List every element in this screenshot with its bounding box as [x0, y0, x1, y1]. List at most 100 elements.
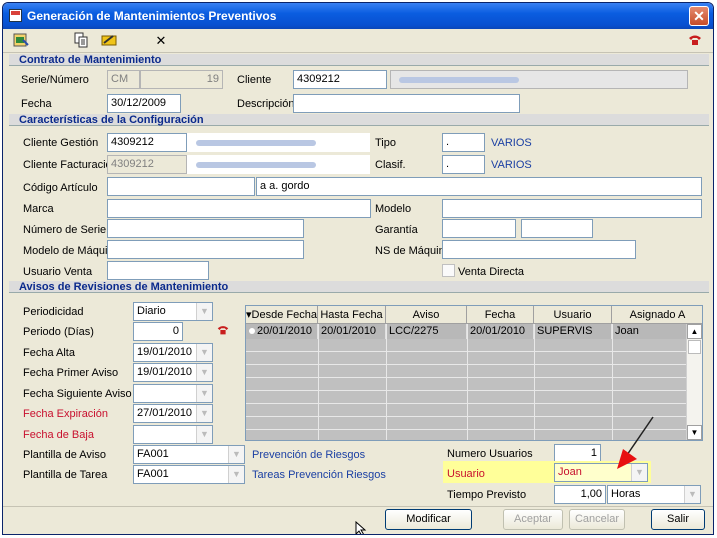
table-cell: SUPERVIS — [534, 324, 612, 339]
modelo-label: Modelo — [375, 203, 412, 215]
plantilla-tarea-select[interactable]: FA001 ▼ — [133, 465, 245, 484]
plantilla-aviso-select[interactable]: FA001 ▼ — [133, 445, 245, 464]
chevron-down-icon[interactable]: ▼ — [196, 303, 212, 320]
serie-number-field[interactable]: 19 — [140, 70, 223, 89]
section-avisos: Avisos de Revisiones de Mantenimiento — [9, 281, 709, 293]
fecha-alta-label: Fecha Alta — [23, 347, 75, 359]
phone-icon — [689, 35, 701, 45]
chevron-down-icon[interactable]: ▼ — [228, 466, 244, 483]
modelo-maquina-label: Modelo de Máquina — [23, 245, 120, 257]
periodo-label: Periodo (Días) — [23, 326, 94, 338]
plantilla-aviso-code: FA001 — [137, 448, 169, 460]
garantia-field-1[interactable] — [442, 219, 516, 238]
clasif-label: Clasif. — [375, 159, 406, 171]
fecha-primer-aviso-value: 19/01/2010 — [137, 366, 193, 378]
grid-line — [246, 390, 686, 391]
copy-button[interactable] — [71, 32, 91, 50]
fecha-field[interactable]: 30/12/2009 — [107, 94, 181, 113]
ns-maquina-field[interactable] — [442, 240, 636, 259]
cliente-facturacion-field[interactable]: 4309212 — [107, 155, 187, 174]
tiempo-unit-select[interactable]: Horas ▼ — [607, 485, 701, 504]
chevron-down-icon[interactable]: ▼ — [228, 446, 244, 463]
salir-button[interactable]: Salir — [651, 509, 705, 530]
main-window: Generación de Mantenimientos Preventivos… — [2, 2, 714, 535]
garantia-field-2[interactable] — [521, 219, 593, 238]
column-header-asignado[interactable]: Asignado A — [612, 306, 702, 324]
tiempo-unit-value: Horas — [611, 488, 641, 500]
fecha-siguiente-aviso-label: Fecha Siguiente Aviso — [23, 388, 132, 400]
numero-serie-field[interactable] — [107, 219, 304, 238]
ns-maquina-label: NS de Máquina — [375, 245, 451, 257]
app-icon — [9, 9, 22, 22]
codigo-articulo-field[interactable] — [107, 177, 255, 196]
chevron-down-icon[interactable]: ▼ — [196, 385, 212, 402]
close-button[interactable]: ✕ — [689, 6, 709, 26]
fecha-baja-field[interactable]: ▼ — [133, 425, 213, 444]
phone-icon[interactable] — [216, 323, 230, 340]
aceptar-button[interactable]: Aceptar — [503, 509, 563, 530]
fecha-alta-value: 19/01/2010 — [137, 346, 193, 358]
chevron-down-icon[interactable]: ▼ — [196, 344, 212, 361]
modelo-maquina-field[interactable] — [107, 240, 304, 259]
grid-line — [246, 364, 686, 365]
fecha-label: Fecha — [21, 98, 52, 110]
title-bar[interactable]: Generación de Mantenimientos Preventivos… — [3, 3, 713, 29]
periodicidad-select[interactable]: Diario ▼ — [133, 302, 213, 321]
column-header-fecha[interactable]: Fecha — [467, 306, 534, 324]
fecha-expiracion-field[interactable]: 27/01/2010 ▼ — [133, 404, 213, 423]
tiempo-previsto-field[interactable]: 1,00 — [554, 485, 606, 504]
clasif-value: VARIOS — [491, 159, 532, 171]
serie-label: Serie/Número — [21, 74, 89, 86]
edit-button[interactable] — [99, 32, 119, 50]
window-title: Generación de Mantenimientos Preventivos — [27, 9, 277, 23]
close-icon: ✕ — [693, 8, 705, 24]
table-cell: Joan — [612, 324, 687, 339]
marca-field[interactable] — [107, 199, 371, 218]
edit-icon — [101, 35, 117, 46]
chevron-down-icon[interactable]: ▼ — [196, 364, 212, 381]
column-header-desde-fecha[interactable]: ▾Desde Fecha — [246, 306, 318, 324]
periodicidad-label: Periodicidad — [23, 306, 84, 318]
phone-button[interactable] — [685, 32, 705, 50]
column-header-usuario[interactable]: Usuario — [534, 306, 612, 324]
copy-icon — [74, 32, 88, 48]
clasif-code-field[interactable]: . — [442, 155, 485, 174]
serie-prefix-field[interactable]: CM — [107, 70, 140, 89]
numero-serie-label: Número de Serie — [23, 224, 107, 236]
periodo-field[interactable]: 0 — [133, 322, 183, 341]
cliente-label: Cliente — [237, 74, 272, 86]
scroll-thumb[interactable] — [688, 340, 701, 354]
modificar-button[interactable]: Modificar — [385, 509, 472, 530]
venta-directa-checkbox[interactable] — [442, 264, 455, 277]
cliente-code-field[interactable]: 4309212 — [293, 70, 387, 89]
table-scrollbar[interactable]: ▲ ▼ — [686, 324, 702, 440]
modelo-field[interactable] — [442, 199, 702, 218]
fecha-primer-aviso-field[interactable]: 19/01/2010 ▼ — [133, 363, 213, 382]
grid-line — [318, 324, 319, 440]
table-cell: 20/01/2010 — [246, 324, 318, 339]
fecha-alta-field[interactable]: 19/01/2010 ▼ — [133, 343, 213, 362]
fecha-siguiente-aviso-field[interactable]: ▼ — [133, 384, 213, 403]
chevron-down-icon[interactable]: ▼ — [196, 405, 212, 422]
plantilla-tarea-label: Plantilla de Tarea — [23, 469, 108, 481]
descripcion-field[interactable] — [293, 94, 520, 113]
fecha-expiracion-label: Fecha Expiración — [23, 408, 108, 420]
delete-button[interactable]: ✕ — [151, 32, 171, 50]
scroll-down-icon[interactable]: ▼ — [687, 425, 702, 440]
tipo-code-field[interactable]: . — [442, 133, 485, 152]
cliente-gestion-field[interactable]: 4309212 — [107, 133, 187, 152]
new-record-button[interactable] — [11, 32, 31, 50]
scroll-up-icon[interactable]: ▲ — [687, 324, 702, 339]
mouse-cursor-icon — [355, 521, 367, 534]
chevron-down-icon[interactable]: ▼ — [196, 426, 212, 443]
chevron-down-icon[interactable]: ▼ — [684, 486, 700, 503]
usuario-venta-field[interactable] — [107, 261, 209, 280]
grid-line — [534, 324, 535, 440]
articulo-desc-field[interactable]: a a. gordo — [256, 177, 702, 196]
cliente-gestion-label: Cliente Gestión — [23, 137, 99, 149]
column-header-hasta-fecha[interactable]: Hasta Fecha — [318, 306, 386, 324]
section-configuracion: Características de la Configuración — [9, 114, 709, 126]
cancelar-button[interactable]: Cancelar — [569, 509, 625, 530]
table-cell: 20/01/2010 — [467, 324, 534, 339]
column-header-aviso[interactable]: Aviso — [386, 306, 467, 324]
